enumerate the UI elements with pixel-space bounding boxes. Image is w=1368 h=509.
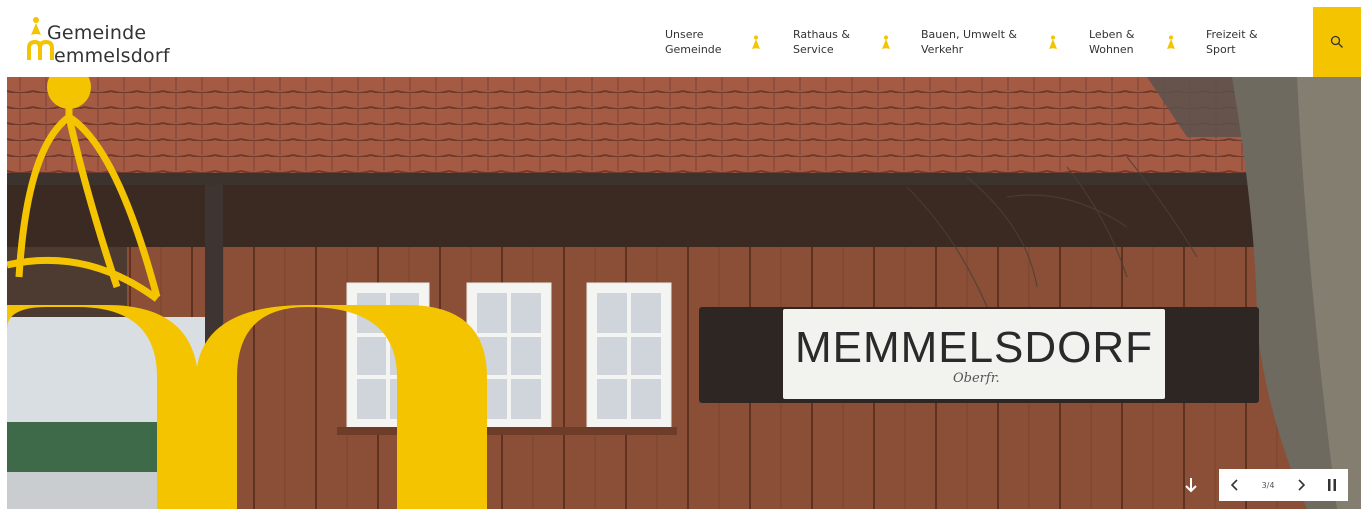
- spire-icon: [752, 35, 760, 49]
- chevron-left-icon: [1231, 479, 1238, 491]
- hero-slider: MEMMELSDORF Oberfr. 3/4: [7, 77, 1361, 509]
- site-header: Gemeinde emmelsdorf Unsere Gemeinde Rath…: [7, 7, 1361, 77]
- top-strip: [0, 0, 1368, 7]
- hero-image: [7, 77, 1361, 509]
- logo-text-gemeinde: Gemeinde: [47, 22, 147, 44]
- pause-slider-button[interactable]: [1316, 469, 1348, 501]
- nav-item-rathaus-service[interactable]: Rathaus & Service: [793, 27, 893, 57]
- logo-m-icon: [27, 39, 54, 60]
- spire-icon: [1167, 35, 1175, 49]
- pause-icon: [1328, 479, 1336, 491]
- logo-spire-icon: [31, 17, 41, 35]
- search-icon: [1330, 35, 1343, 48]
- logo-text-emmelsdorf: emmelsdorf: [54, 45, 170, 67]
- arrow-down-icon: [1185, 478, 1197, 493]
- spire-icon: [882, 35, 890, 49]
- search-button[interactable]: [1313, 7, 1361, 77]
- chevron-right-icon: [1298, 479, 1305, 491]
- town-sign-text: MEMMELSDORF: [794, 323, 1154, 372]
- spire-icon: [1049, 35, 1057, 49]
- scroll-down-button[interactable]: [1179, 473, 1203, 497]
- next-slide-button[interactable]: [1291, 473, 1311, 497]
- town-sign-subtext: Oberfr.: [953, 371, 1000, 386]
- prev-slide-button[interactable]: [1225, 473, 1245, 497]
- nav-item-freizeit-sport[interactable]: Freizeit & Sport: [1206, 27, 1306, 57]
- nav-item-bauen-umwelt-verkehr[interactable]: Bauen, Umwelt & Verkehr: [921, 27, 1021, 57]
- slide-counter: 3/4: [1261, 480, 1275, 490]
- slide-navigation: 3/4: [1219, 469, 1317, 501]
- town-sign: MEMMELSDORF Oberfr.: [699, 307, 1259, 403]
- town-sign-plate: MEMMELSDORF Oberfr.: [783, 309, 1165, 399]
- site-logo[interactable]: Gemeinde emmelsdorf: [27, 16, 217, 70]
